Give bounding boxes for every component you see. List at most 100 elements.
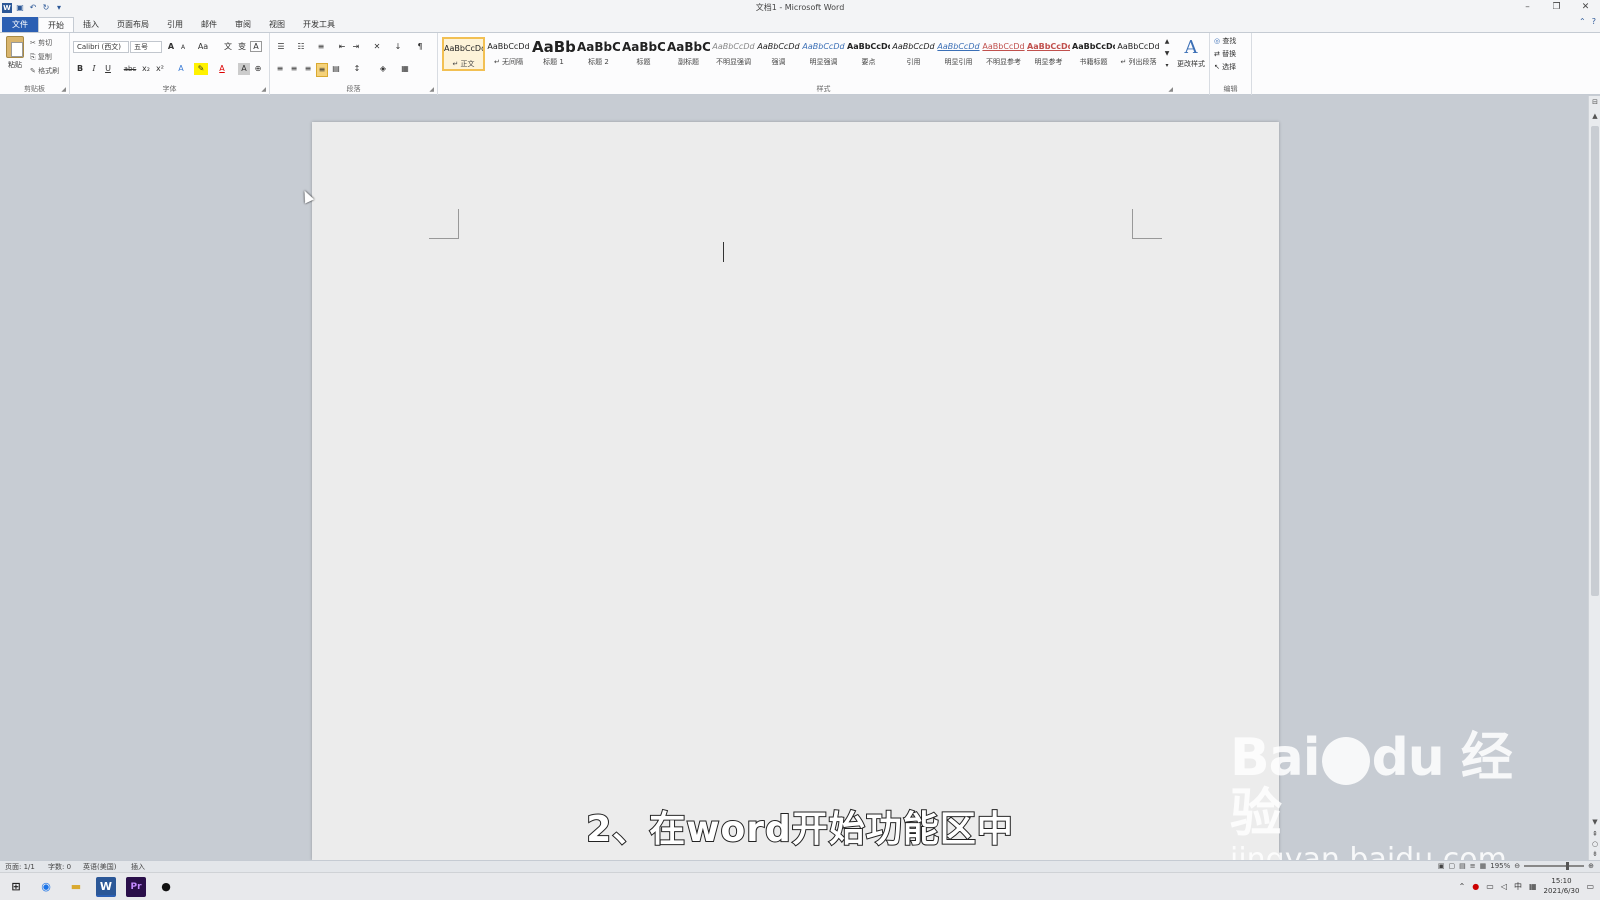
windows-start-icon[interactable]: ⊞ (6, 877, 26, 897)
tray-expand-icon[interactable]: ⌃ (1459, 882, 1466, 891)
style-emphasis[interactable]: AaBbCcDd 强调 (757, 37, 800, 71)
tab-developer[interactable]: 开发工具 (294, 17, 344, 32)
underline-button[interactable]: U (102, 63, 114, 75)
tab-insert[interactable]: 插入 (74, 17, 108, 32)
minimize-ribbon-icon[interactable]: ⌃ (1579, 17, 1586, 26)
align-left-icon[interactable]: ≡ (274, 63, 286, 75)
restore-button[interactable]: ❐ (1542, 0, 1571, 15)
clock[interactable]: 15:10 2021/6/30 (1544, 876, 1580, 896)
paste-button[interactable]: 粘贴 (4, 36, 26, 70)
show-marks-icon[interactable]: ¶ (414, 41, 426, 53)
clipboard-launcher-icon[interactable]: ◢ (61, 86, 66, 93)
document-page[interactable] (312, 122, 1279, 860)
italic-button[interactable]: I (88, 63, 100, 75)
replace-button[interactable]: ⇄ 替换 (1214, 49, 1236, 59)
help-icon[interactable]: ? (1592, 17, 1596, 26)
line-spacing-icon[interactable]: ↕ (350, 63, 364, 75)
view-full-screen-icon[interactable]: ▢ (1448, 862, 1455, 870)
ruler-toggle-icon[interactable]: ⊟ (1589, 98, 1600, 106)
style-subtitle[interactable]: AaBbC 副标题 (667, 37, 710, 71)
language-indicator[interactable]: 英语(美国) (83, 862, 116, 872)
style-list-paragraph[interactable]: AaBbCcDd ↵ 列出段落 (1117, 37, 1160, 71)
style-strong[interactable]: AaBbCcDd 要点 (847, 37, 890, 71)
style-book-title[interactable]: AaBbCcDd 书籍标题 (1072, 37, 1115, 71)
word-count[interactable]: 字数: 0 (48, 862, 71, 872)
customize-qat-icon[interactable]: ▾ (54, 3, 64, 13)
font-size-select[interactable]: 五号 (130, 41, 162, 53)
numbering-icon[interactable]: ☷ (294, 41, 308, 53)
ime-mode-icon[interactable]: ▦ (1529, 882, 1537, 891)
tab-review[interactable]: 审阅 (226, 17, 260, 32)
zoom-out-icon[interactable]: ⊖ (1514, 862, 1520, 870)
style-subtle-reference[interactable]: AaBbCcDd 不明显参考 (982, 37, 1025, 71)
word-app-icon[interactable]: W (2, 2, 12, 13)
style-subtle-emphasis[interactable]: AaBbCcDd 不明显强调 (712, 37, 755, 71)
folder-icon[interactable]: ▬ (66, 877, 86, 897)
distributed-icon[interactable]: ▤ (330, 63, 342, 75)
scroll-up-icon[interactable]: ▲ (1589, 112, 1600, 120)
text-effects-icon[interactable]: A (174, 63, 188, 75)
increase-indent-icon[interactable]: ⇥ (350, 41, 362, 53)
style-normal[interactable]: AaBbCcDd ↵ 正文 (442, 37, 485, 71)
close-button[interactable]: ✕ (1571, 0, 1600, 15)
enclosed-char-icon[interactable]: ⊕ (252, 63, 264, 75)
view-outline-icon[interactable]: ≡ (1470, 862, 1476, 870)
font-name-select[interactable]: Calibri (西文) (73, 41, 129, 53)
gallery-scroll-down-icon[interactable]: ▼ (1163, 49, 1171, 59)
chinese-layout-icon[interactable]: ✕ (370, 41, 384, 53)
bold-button[interactable]: B (74, 63, 86, 75)
char-border-icon[interactable]: A (250, 41, 262, 52)
align-right-icon[interactable]: ≡ (302, 63, 314, 75)
notification-icon[interactable]: ▭ (1586, 882, 1594, 891)
media-icon[interactable]: ● (156, 877, 176, 897)
shrink-font-button[interactable]: A (178, 42, 188, 54)
superscript-button[interactable]: x² (154, 63, 166, 75)
cut-button[interactable]: ✂ 剪切 (30, 38, 52, 48)
select-button[interactable]: ↖ 选择 (1214, 62, 1236, 72)
tab-home[interactable]: 开始 (38, 17, 74, 32)
tab-view[interactable]: 视图 (260, 17, 294, 32)
styles-launcher-icon[interactable]: ◢ (1168, 86, 1173, 93)
paragraph-launcher-icon[interactable]: ◢ (429, 86, 434, 93)
change-case-button[interactable]: Aa (196, 41, 210, 53)
view-draft-icon[interactable]: ▦ (1480, 862, 1487, 870)
multilevel-list-icon[interactable]: ≡ (314, 41, 328, 53)
bullets-icon[interactable]: ☰ (274, 41, 288, 53)
page-count[interactable]: 页面: 1/1 (5, 862, 35, 872)
highlight-icon[interactable]: ✎ (194, 63, 208, 75)
style-quote[interactable]: AaBbCcDd 引用 (892, 37, 935, 71)
copy-button[interactable]: ⎘ 复制 (30, 52, 52, 62)
tab-mailings[interactable]: 邮件 (192, 17, 226, 32)
find-button[interactable]: ◎ 查找 (1214, 36, 1236, 46)
style-title[interactable]: AaBbC 标题 (622, 37, 665, 71)
premiere-icon[interactable]: Pr (126, 877, 146, 897)
grow-font-button[interactable]: A (166, 41, 176, 53)
strikethrough-button[interactable]: abc (122, 63, 138, 75)
redo-icon[interactable]: ↻ (41, 3, 51, 13)
view-web-layout-icon[interactable]: ▤ (1459, 862, 1466, 870)
style-intense-reference[interactable]: AaBbCcDd 明显参考 (1027, 37, 1070, 71)
chrome-icon[interactable]: ◉ (36, 877, 56, 897)
font-launcher-icon[interactable]: ◢ (261, 86, 266, 93)
change-styles-button[interactable]: A 更改样式 (1174, 37, 1208, 69)
zoom-level[interactable]: 195% (1490, 862, 1510, 870)
format-painter-button[interactable]: ✎ 格式刷 (30, 66, 59, 76)
view-print-layout-icon[interactable]: ▣ (1438, 862, 1445, 870)
tab-references[interactable]: 引用 (158, 17, 192, 32)
undo-icon[interactable]: ↶ (28, 3, 38, 13)
insert-mode-indicator[interactable]: 插入 (131, 862, 145, 872)
style-heading-2[interactable]: AaBbC 标题 2 (577, 37, 620, 71)
tab-page-layout[interactable]: 页面布局 (108, 17, 158, 32)
shading-icon[interactable]: ◈ (376, 63, 390, 75)
ime-indicator[interactable]: 中 (1514, 881, 1522, 892)
minimize-button[interactable]: – (1513, 0, 1542, 15)
volume-icon[interactable]: ◁ (1501, 882, 1507, 891)
zoom-slider[interactable] (1524, 862, 1585, 870)
gallery-scroll-up-icon[interactable]: ▲ (1163, 37, 1171, 47)
char-shading-icon[interactable]: A (238, 63, 250, 75)
sort-icon[interactable]: ↓ (392, 41, 404, 53)
tab-file[interactable]: 文件 (2, 17, 38, 32)
style-heading-1[interactable]: AaBb 标题 1 (532, 37, 575, 71)
decrease-indent-icon[interactable]: ⇤ (336, 41, 348, 53)
network-icon[interactable]: ▭ (1486, 882, 1494, 891)
